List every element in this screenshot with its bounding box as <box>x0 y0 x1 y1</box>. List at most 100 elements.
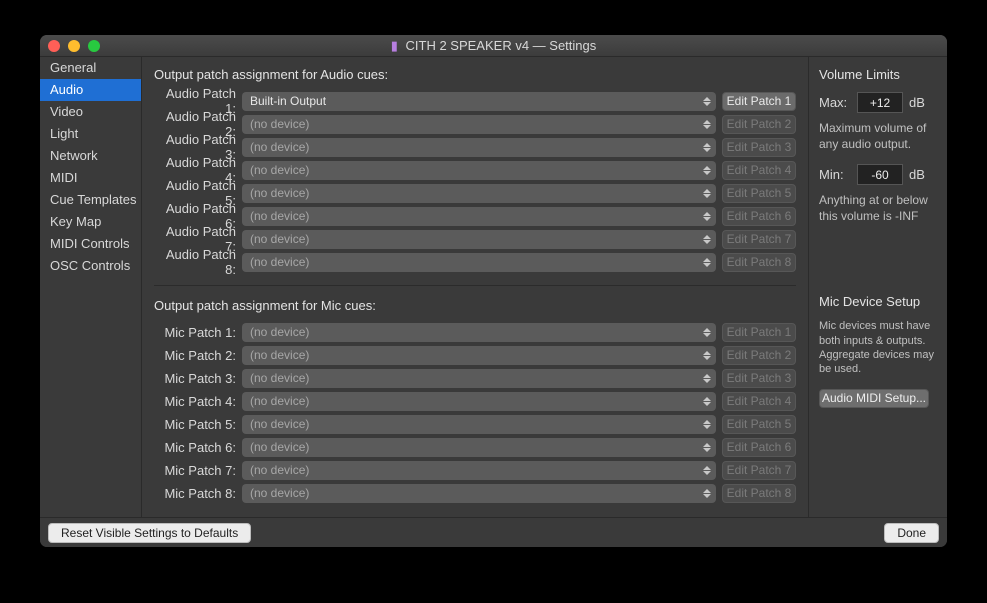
mic-patch-select[interactable]: (no device) <box>242 369 716 388</box>
audio-patch-select[interactable]: Built-in Output <box>242 92 716 111</box>
sidebar-item-label: Light <box>50 126 78 141</box>
sidebar-item-midi[interactable]: MIDI <box>40 167 141 189</box>
edit-patch-button: Edit Patch 3 <box>722 138 796 157</box>
done-button[interactable]: Done <box>884 523 939 543</box>
sidebar-item-cue-templates[interactable]: Cue Templates <box>40 189 141 211</box>
sidebar-item-label: OSC Controls <box>50 258 130 273</box>
audio-patch-value: (no device) <box>250 186 309 200</box>
sidebar-item-video[interactable]: Video <box>40 101 141 123</box>
audio-patch-select[interactable]: (no device) <box>242 207 716 226</box>
audio-patch-label: Audio Patch 8: <box>154 247 242 277</box>
dropdown-stepper-icon <box>701 416 713 433</box>
audio-patch-value: (no device) <box>250 255 309 269</box>
sidebar-item-key-map[interactable]: Key Map <box>40 211 141 233</box>
audio-patch-select[interactable]: (no device) <box>242 230 716 249</box>
dropdown-stepper-icon <box>701 208 713 225</box>
mic-setup-note: Mic devices must have both inputs & outp… <box>819 319 937 376</box>
audio-patch-select[interactable]: (no device) <box>242 138 716 157</box>
mic-patch-value: (no device) <box>250 325 309 339</box>
sidebar-item-general[interactable]: General <box>40 57 141 79</box>
mic-patch-select[interactable]: (no device) <box>242 484 716 503</box>
zoom-icon[interactable] <box>88 40 100 52</box>
close-icon[interactable] <box>48 40 60 52</box>
mic-patch-label: Mic Patch 7: <box>154 463 242 478</box>
edit-patch-button: Edit Patch 5 <box>722 415 796 434</box>
audio-patch-heading: Output patch assignment for Audio cues: <box>154 67 796 82</box>
settings-window: ▮ CITH 2 SPEAKER v4 — Settings General A… <box>40 35 947 547</box>
edit-patch-button: Edit Patch 6 <box>722 438 796 457</box>
audio-patch-select[interactable]: (no device) <box>242 253 716 272</box>
mic-patch-select[interactable]: (no device) <box>242 438 716 457</box>
audio-patch-value: (no device) <box>250 117 309 131</box>
db-unit: dB <box>909 167 925 182</box>
mic-patch-value: (no device) <box>250 371 309 385</box>
edit-patch-button[interactable]: Edit Patch 1 <box>722 92 796 111</box>
mic-patch-label: Mic Patch 5: <box>154 417 242 432</box>
audio-patch-value: (no device) <box>250 209 309 223</box>
sidebar-item-label: Network <box>50 148 98 163</box>
minimize-icon[interactable] <box>68 40 80 52</box>
sidebar-item-audio[interactable]: Audio <box>40 79 141 101</box>
reset-defaults-button[interactable]: Reset Visible Settings to Defaults <box>48 523 251 543</box>
edit-patch-button: Edit Patch 4 <box>722 161 796 180</box>
mic-patch-select[interactable]: (no device) <box>242 323 716 342</box>
dropdown-stepper-icon <box>701 162 713 179</box>
dropdown-stepper-icon <box>701 347 713 364</box>
audio-patch-value: Built-in Output <box>250 94 326 108</box>
titlebar: ▮ CITH 2 SPEAKER v4 — Settings <box>40 35 947 57</box>
min-volume-field[interactable]: -60 <box>857 164 903 185</box>
audio-patch-select[interactable]: (no device) <box>242 184 716 203</box>
sidebar-item-midi-controls[interactable]: MIDI Controls <box>40 233 141 255</box>
mic-patch-select[interactable]: (no device) <box>242 392 716 411</box>
document-icon: ▮ <box>391 38 398 53</box>
mic-patch-select[interactable]: (no device) <box>242 346 716 365</box>
min-volume-note: Anything at or below this volume is -INF <box>819 193 937 224</box>
audio-midi-setup-button[interactable]: Audio MIDI Setup... <box>819 389 929 408</box>
mic-patch-value: (no device) <box>250 440 309 454</box>
audio-settings-panel: Output patch assignment for Audio cues: … <box>142 57 809 517</box>
sidebar-item-label: Audio <box>50 82 83 97</box>
audio-patch-value: (no device) <box>250 163 309 177</box>
divider <box>154 285 796 286</box>
mic-patch-row: Mic Patch 3: (no device) Edit Patch 3 <box>154 367 796 389</box>
volume-limits-heading: Volume Limits <box>819 67 937 82</box>
sidebar-item-light[interactable]: Light <box>40 123 141 145</box>
audio-patch-value: (no device) <box>250 140 309 154</box>
mic-patch-label: Mic Patch 2: <box>154 348 242 363</box>
sidebar-item-label: Video <box>50 104 83 119</box>
audio-patch-row: Audio Patch 4: (no device) Edit Patch 4 <box>154 159 796 181</box>
edit-patch-button: Edit Patch 2 <box>722 115 796 134</box>
mic-setup-heading: Mic Device Setup <box>819 294 937 309</box>
min-label: Min: <box>819 167 851 182</box>
mic-patch-value: (no device) <box>250 348 309 362</box>
edit-patch-button: Edit Patch 7 <box>722 230 796 249</box>
audio-patch-row: Audio Patch 2: (no device) Edit Patch 2 <box>154 113 796 135</box>
dropdown-stepper-icon <box>701 393 713 410</box>
dropdown-stepper-icon <box>701 185 713 202</box>
max-volume-field[interactable]: +12 <box>857 92 903 113</box>
audio-patch-select[interactable]: (no device) <box>242 161 716 180</box>
mic-patch-row: Mic Patch 8: (no device) Edit Patch 8 <box>154 482 796 504</box>
right-side-panel: Volume Limits Max: +12 dB Maximum volume… <box>809 57 947 517</box>
sidebar-item-network[interactable]: Network <box>40 145 141 167</box>
mic-patch-label: Mic Patch 1: <box>154 325 242 340</box>
mic-patch-row: Mic Patch 6: (no device) Edit Patch 6 <box>154 436 796 458</box>
dropdown-stepper-icon <box>701 93 713 110</box>
dropdown-stepper-icon <box>701 485 713 502</box>
sidebar-item-osc-controls[interactable]: OSC Controls <box>40 255 141 277</box>
audio-patch-row: Audio Patch 5: (no device) Edit Patch 5 <box>154 182 796 204</box>
audio-patch-row: Audio Patch 6: (no device) Edit Patch 6 <box>154 205 796 227</box>
audio-patch-row: Audio Patch 8: (no device) Edit Patch 8 <box>154 251 796 273</box>
mic-patch-row: Mic Patch 2: (no device) Edit Patch 2 <box>154 344 796 366</box>
audio-patch-value: (no device) <box>250 232 309 246</box>
audio-patch-select[interactable]: (no device) <box>242 115 716 134</box>
db-unit: dB <box>909 95 925 110</box>
audio-patch-row: Audio Patch 1: Built-in Output Edit Patc… <box>154 90 796 112</box>
mic-patch-row: Mic Patch 7: (no device) Edit Patch 7 <box>154 459 796 481</box>
edit-patch-button: Edit Patch 4 <box>722 392 796 411</box>
edit-patch-button: Edit Patch 6 <box>722 207 796 226</box>
audio-patch-row: Audio Patch 7: (no device) Edit Patch 7 <box>154 228 796 250</box>
edit-patch-button: Edit Patch 8 <box>722 484 796 503</box>
mic-patch-select[interactable]: (no device) <box>242 461 716 480</box>
mic-patch-select[interactable]: (no device) <box>242 415 716 434</box>
